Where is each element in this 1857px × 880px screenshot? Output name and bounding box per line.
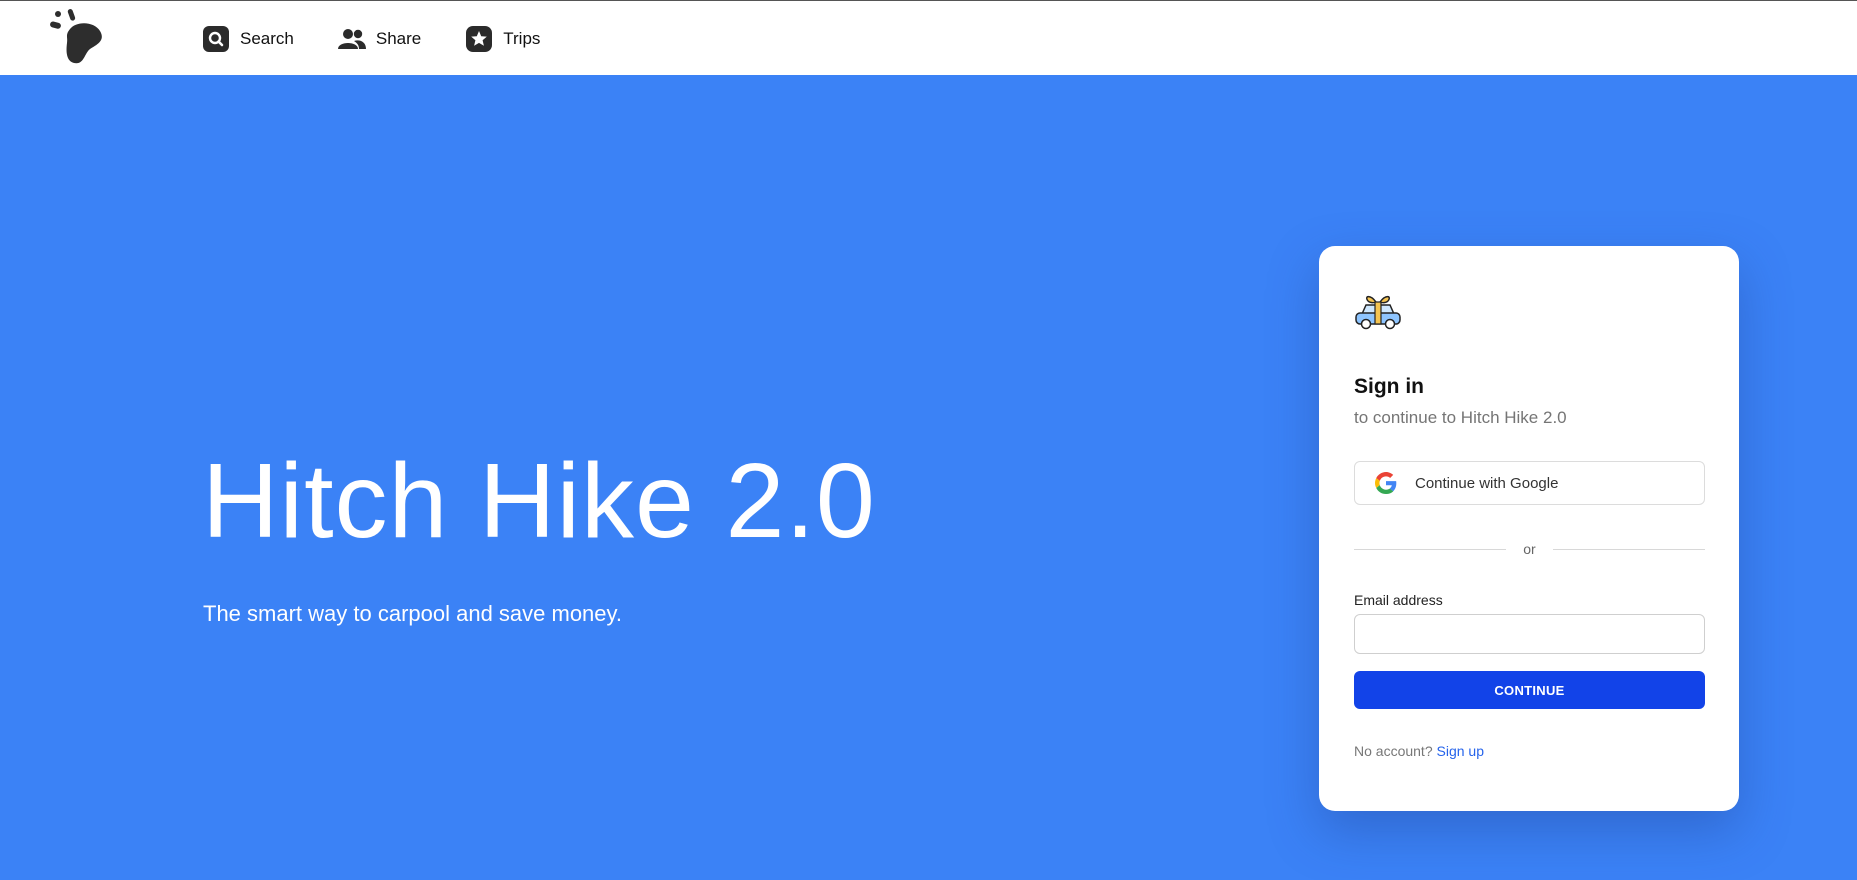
hero-subtitle: The smart way to carpool and save money. <box>203 601 623 626</box>
signin-subtitle: to continue to Hitch Hike 2.0 <box>1354 408 1567 427</box>
divider-text: or <box>1523 541 1536 557</box>
google-button-label: Continue with Google <box>1415 474 1559 492</box>
sign-up-link[interactable]: Sign up <box>1437 743 1484 759</box>
google-icon <box>1375 472 1397 494</box>
gift-car-logo-icon <box>1355 295 1401 330</box>
signin-title: Sign in <box>1354 375 1424 398</box>
email-label: Email address <box>1354 592 1443 608</box>
main-nav: Search Share Trips <box>202 1 584 76</box>
nav-share[interactable]: Share <box>337 25 422 53</box>
or-divider: or <box>1354 539 1705 559</box>
no-account-text: No account? Sign up <box>1354 743 1484 759</box>
continue-button[interactable]: CONTINUE <box>1354 671 1705 709</box>
nav-share-label: Share <box>375 28 422 48</box>
nav-trips[interactable]: Trips <box>465 25 540 53</box>
top-bar: Search Share Trips <box>0 0 1857 75</box>
paw-logo-icon[interactable] <box>46 7 106 65</box>
hero-title: Hitch Hike 2.0 <box>202 442 876 560</box>
signin-card: Sign in to continue to Hitch Hike 2.0 Co… <box>1319 246 1739 811</box>
nav-trips-label: Trips <box>503 28 541 48</box>
continue-with-google-button[interactable]: Continue with Google <box>1354 461 1705 505</box>
email-field[interactable] <box>1354 614 1705 654</box>
nav-search[interactable]: Search <box>202 25 294 53</box>
no-account-label: No account? <box>1354 743 1433 759</box>
search-icon <box>202 25 230 53</box>
star-icon <box>465 25 493 53</box>
users-icon <box>337 25 366 53</box>
nav-search-label: Search <box>240 28 294 48</box>
